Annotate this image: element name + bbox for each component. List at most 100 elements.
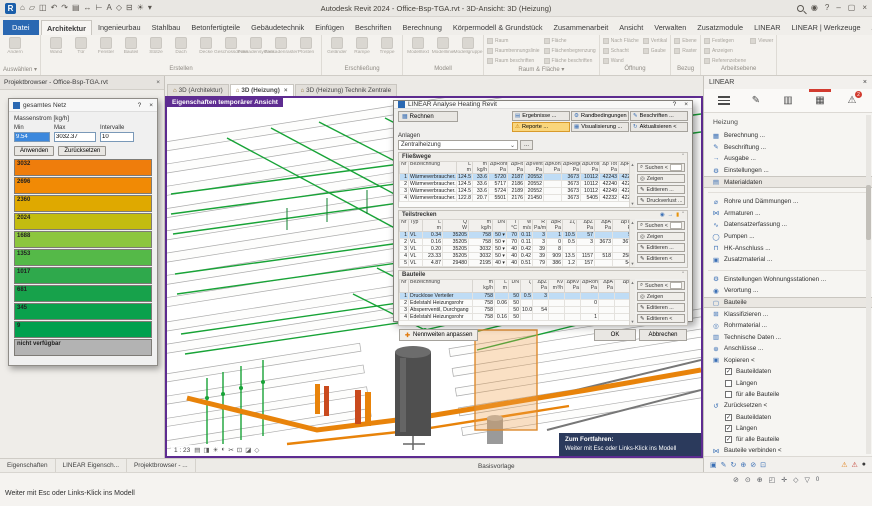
collapse-icon[interactable]: ˆ: [682, 272, 684, 278]
redo-icon[interactable]: ↷: [61, 4, 68, 12]
lock-icon[interactable]: ▮: [676, 212, 679, 218]
measure-icon[interactable]: ↔: [84, 4, 92, 12]
scroll-up-icon[interactable]: ▲: [631, 220, 635, 225]
view-template-label[interactable]: Basisvorlage: [478, 459, 515, 473]
crop-view-icon[interactable]: ✂: [228, 446, 233, 454]
ribbon-button[interactable]: Raumtrennungslinie: [487, 46, 540, 55]
teilstrecken-table[interactable]: Nr Typ Lm Q Wm kg/h DN T °C w m/s R Pa/m ΔpR Pa Σζ Δ…: [399, 219, 629, 268]
visualisierung-button[interactable]: ▦ Visualisierung ...: [571, 122, 629, 132]
save-icon[interactable]: ◫: [39, 4, 47, 12]
zeigenbutton[interactable]: ◎ Zeigen: [637, 232, 685, 241]
dock-tab-eigenschaften[interactable]: Eigenschaften: [0, 459, 56, 472]
table-row[interactable]: 3Absperrventil, Durchgang7585010.05454: [399, 305, 629, 314]
file-tab[interactable]: Datei: [3, 20, 39, 35]
ribbon-button[interactable]: Treppe: [375, 36, 399, 55]
rechnen-button[interactable]: ▦ Rechnen: [398, 111, 458, 122]
checkbox-checked[interactable]: ✓: [725, 368, 732, 376]
editieren-button[interactable]: ✎ Editieren ...: [637, 185, 685, 194]
ribbon-button[interactable]: Dach: [169, 36, 193, 55]
table-row[interactable]: 3VL0.2035205303250 ▾400.423988: [399, 245, 629, 254]
palette-tab-menu[interactable]: [708, 89, 740, 112]
info-icon[interactable]: ●: [862, 461, 866, 468]
ribbon-tab-architektur[interactable]: Architektur: [40, 20, 93, 35]
project-browser-header[interactable]: Projektbrowser - Office-Bsp-TGA.rvt ×: [0, 76, 164, 90]
sidebar-item-beschriftung-[interactable]: ✎ Beschriftung ...: [704, 142, 872, 154]
dock-tab-projektbrowser-[interactable]: Projektbrowser - ...: [127, 459, 196, 472]
sidebar-item-einstellungen-wohnungsstationen-[interactable]: ⚙ Einstellungen Wohnungsstationen ...: [704, 274, 872, 286]
legend-band[interactable]: 1688: [14, 231, 152, 248]
legend-band[interactable]: 3032: [14, 159, 152, 176]
ribbon-button[interactable]: Wand: [44, 36, 68, 55]
default-3d-view-icon[interactable]: ◇: [116, 4, 122, 12]
select-links-icon[interactable]: ⊘: [733, 476, 739, 484]
legend-band[interactable]: 2696: [14, 177, 152, 194]
link-icon[interactable]: ⊕: [740, 461, 746, 469]
scrollbar-thumb[interactable]: [866, 185, 871, 240]
druckverlust-button[interactable]: ✎ Druckverlust ...: [637, 196, 685, 205]
ribbon-tab-ingenieurbau[interactable]: Ingenieurbau: [92, 20, 146, 35]
table-row[interactable]: 5VL4.8729480219540 ▾400.51793861.2157543: [399, 259, 629, 268]
help-icon[interactable]: ?: [138, 102, 142, 109]
sidebar-item-berechnung-[interactable]: ▦ Berechnung ...: [704, 130, 872, 142]
account-icon[interactable]: ◉: [811, 4, 818, 12]
help-icon[interactable]: ?: [673, 101, 677, 108]
help-icon[interactable]: ?: [825, 4, 829, 12]
editieren-button[interactable]: ✎ Editieren <: [637, 314, 685, 324]
select-box-icon[interactable]: ⊡: [760, 461, 766, 469]
ribbon-button[interactable]: Raum: [487, 36, 539, 45]
anlagen-browse-button[interactable]: ...: [520, 140, 533, 150]
search-input[interactable]: [669, 222, 682, 229]
ribbon-button[interactable]: Anzeigen: [703, 46, 746, 55]
warning-red-icon[interactable]: ⚠: [851, 461, 857, 469]
ribbon-button[interactable]: Fläche: [543, 36, 596, 45]
checkbox-checked[interactable]: ✓: [725, 424, 732, 432]
table-row[interactable]: 4 Wärmeverbraucher... 122.8 20.7 5501 2176 214…: [399, 194, 629, 203]
crop-region-icon[interactable]: ⊡: [237, 446, 242, 454]
checkbox-checked[interactable]: ✓: [725, 435, 732, 443]
beschriften-button[interactable]: ✎ Beschriften ...: [630, 111, 688, 121]
table-row[interactable]: 2Edelstahl Heizungsrohr7580.065000: [399, 298, 629, 307]
sidebar-item-datensatzerfassung-[interactable]: ∿ Datensatzerfassung ...: [704, 219, 872, 231]
ribbon-button[interactable]: Flächenbegrenzung: [543, 46, 596, 55]
teilstrecken-header[interactable]: Teilstrecken ◉ → ▮ ˆ: [399, 211, 687, 219]
min-input[interactable]: [14, 132, 50, 142]
zuruecksetzen-button[interactable]: Zurücksetzen: [58, 146, 107, 156]
checkbox-option[interactable]: für alle Bauteile: [704, 389, 872, 400]
view-tab[interactable]: ⌂ 3D (Heizung) Technik Zentrale: [294, 84, 398, 96]
match-properties-icon[interactable]: ✎: [721, 461, 727, 469]
ribbon-button[interactable]: Tür: [69, 36, 93, 55]
ribbon-tab-linear-|-werkzeuge[interactable]: LINEAR | Werkzeuge: [786, 20, 866, 35]
visual-style-icon[interactable]: ◨: [203, 446, 209, 454]
checkbox-option[interactable]: ✓ Bauteildaten: [704, 411, 872, 422]
ribbon-button[interactable]: Wand: [602, 57, 639, 66]
sidebar-item-technische-daten-[interactable]: ▥ Technische Daten ...: [704, 332, 872, 344]
ribbon-button[interactable]: Raum beschriften: [487, 57, 539, 66]
ok-button[interactable]: OK: [594, 329, 636, 342]
table-row[interactable]: 3 Wärmeverbraucher... 124.5 33.6 5724 2189 205…: [399, 187, 629, 196]
filter-diamond-icon[interactable]: ◇: [793, 476, 798, 484]
ribbon-tab-gebäudetechnik[interactable]: Gebäudetechnik: [246, 20, 310, 35]
unlink-icon[interactable]: ⊘: [750, 461, 756, 469]
checkbox[interactable]: [725, 379, 732, 387]
ribbon-tab-beschriften[interactable]: Beschriften: [350, 20, 398, 35]
sidebar-item-armaturen-[interactable]: ⋈ Armaturen ...: [704, 208, 872, 220]
ergebnisse-button[interactable]: ▤ Ergebnisse ...: [512, 111, 570, 121]
legend-band[interactable]: 345: [14, 303, 152, 320]
ribbon-tab-zusatzmodule[interactable]: Zusatzmodule: [692, 20, 749, 35]
ribbon-button[interactable]: Fassadenraster: [264, 36, 298, 55]
linear-palette-header[interactable]: LINEAR ×: [704, 76, 872, 89]
qat-arrow-icon[interactable]: ▾: [148, 4, 152, 12]
dimension-icon[interactable]: ⊢: [96, 4, 103, 12]
search-input[interactable]: [669, 282, 682, 290]
sidebar-item-hk-anschluss-[interactable]: ⊓ HK-Anschluss ...: [704, 242, 872, 254]
close-icon[interactable]: ×: [149, 102, 153, 109]
legend-band[interactable]: 1353: [14, 249, 152, 266]
scroll-up-icon[interactable]: ▲: [631, 280, 635, 285]
zeigenbutton[interactable]: ◎ Zeigen: [637, 292, 685, 302]
ribbon-button[interactable]: Modelltext: [406, 36, 430, 55]
revit-logo[interactable]: R: [5, 2, 16, 14]
ribbon-button[interactable]: Schacht: [602, 46, 639, 55]
sidebar-item-verortung-[interactable]: ◉ Verortung ...: [704, 285, 872, 297]
analytic-icon[interactable]: ◇: [254, 446, 259, 454]
copy-properties-icon[interactable]: ▣: [710, 461, 717, 469]
